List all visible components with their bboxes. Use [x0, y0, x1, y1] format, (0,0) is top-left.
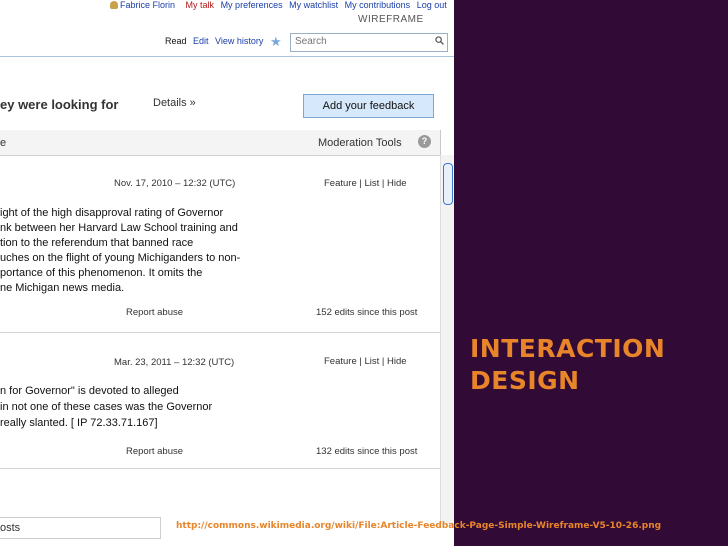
post-actions[interactable]: Feature | List | Hide: [324, 356, 407, 367]
search-input[interactable]: [295, 36, 425, 47]
post-text-line: portance of this phenomenon. It omits th…: [0, 267, 203, 279]
scrollbar-thumb[interactable]: [443, 163, 453, 205]
post-date: Nov. 17, 2010 – 12:32 (UTC): [114, 178, 236, 189]
user-link[interactable]: Fabrice Florin: [110, 0, 179, 10]
wireframe-label: WIREFRAME: [358, 14, 424, 25]
tab-view-history[interactable]: View history: [215, 36, 263, 46]
user-icon: [110, 1, 118, 9]
source-caption[interactable]: http://commons.wikimedia.org/wiki/File:A…: [176, 521, 661, 531]
post-divider: [0, 468, 440, 469]
slide-title-line: DESIGN: [470, 366, 580, 395]
post-date: Mar. 23, 2011 – 12:32 (UTC): [114, 357, 235, 368]
post-text-line: in not one of these cases was the Govern…: [0, 401, 213, 413]
edits-since-post: 152 edits since this post: [316, 307, 418, 318]
help-icon[interactable]: ?: [418, 135, 431, 148]
scrollbar[interactable]: [440, 155, 454, 525]
personal-toolbar: Fabrice Florin My talk My preferences My…: [110, 0, 454, 14]
moderation-tools-link[interactable]: Moderation Tools: [318, 137, 402, 149]
details-link[interactable]: Details »: [153, 97, 196, 109]
post-text-line: tion to the referendum that banned race: [0, 237, 194, 249]
slide-title-line: INTERACTION: [470, 334, 666, 363]
add-feedback-button[interactable]: Add your feedback: [303, 94, 434, 118]
post-text-line: ne Michigan news media.: [0, 282, 125, 294]
tab-read[interactable]: Read: [165, 36, 187, 46]
my-talk-link[interactable]: My talk: [186, 0, 215, 10]
feedback-post: Nov. 17, 2010 – 12:32 (UTC) Feature | Li…: [0, 155, 440, 330]
slide-title: INTERACTION DESIGN: [470, 333, 665, 397]
post-text-line: n for Governor" is devoted to alleged: [0, 385, 179, 397]
my-preferences-link[interactable]: My preferences: [221, 0, 283, 10]
edits-since-post: 132 edits since this post: [316, 446, 418, 457]
search-icon[interactable]: [435, 36, 444, 45]
report-abuse-link[interactable]: Report abuse: [126, 446, 183, 457]
bottom-section-label: osts: [0, 522, 21, 534]
search-box: [290, 33, 448, 52]
report-abuse-link[interactable]: Report abuse: [126, 307, 183, 318]
post-text-line: uches on the flight of young Michigander…: [0, 252, 241, 264]
feedback-headline: ey were looking for: [0, 97, 119, 112]
feedback-post: Mar. 23, 2011 – 12:32 (UTC) Feature | Li…: [0, 333, 440, 468]
post-text-line: really slanted. [ IP 72.33.71.167]: [0, 417, 158, 429]
watch-star-icon[interactable]: ★: [270, 34, 282, 50]
feedback-panel: e Moderation Tools ? Nov. 17, 2010 – 12:…: [0, 130, 441, 525]
my-watchlist-link[interactable]: My watchlist: [289, 0, 338, 10]
user-name: Fabrice Florin: [120, 0, 176, 10]
post-actions[interactable]: Feature | List | Hide: [324, 178, 407, 189]
logout-link[interactable]: Log out: [417, 0, 447, 10]
panel-header: e Moderation Tools ?: [0, 130, 440, 156]
slide-background: [454, 0, 728, 546]
post-text-line: ight of the high disapproval rating of G…: [0, 207, 224, 219]
panel-header-label: e: [0, 137, 7, 149]
wireframe-screenshot: Fabrice Florin My talk My preferences My…: [0, 0, 454, 546]
bottom-section: osts: [0, 517, 161, 539]
post-text-line: nk between her Harvard Law School traini…: [0, 222, 238, 234]
tab-edit[interactable]: Edit: [193, 36, 209, 46]
my-contributions-link[interactable]: My contributions: [345, 0, 411, 10]
